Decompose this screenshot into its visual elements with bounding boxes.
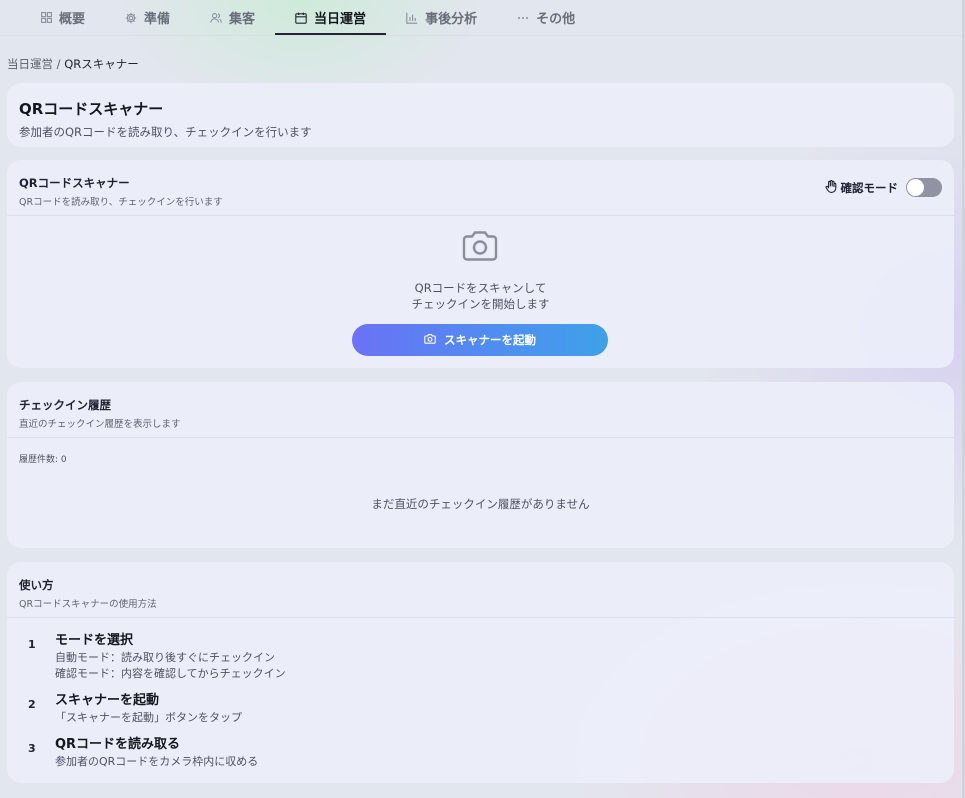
history-subtitle: 直近のチェックイン履歴を表示します [19,419,181,430]
page-header-card: QRコードスキャナー 参加者のQRコードを読み取り、チェックインを行います [7,83,954,147]
howto-steps: 1 モードを選択 自動モード：読み取り後すぐにチェックイン 確認モード：内容を確… [7,618,954,770]
tab-marketing[interactable]: 集客 [190,0,275,35]
step-number: 3 [28,742,36,755]
step-number: 2 [28,698,36,711]
step-title: スキャナーを起動 [55,693,160,708]
history-title: チェックイン履歴 [19,398,111,412]
howto-step: 1 モードを選択 自動モード：読み取り後すぐにチェックイン 確認モード：内容を確… [7,632,954,682]
howto-card: 使い方 QRコードスキャナーの使用方法 1 モードを選択 自動モード：読み取り後… [7,562,954,783]
scanner-title: QRコードスキャナー [19,176,130,190]
step-title: QRコードを読み取る [55,737,181,752]
confirm-mode-label: 確認モード [840,180,899,195]
step-text: 確認モード：内容を確認してからチェックイン [55,667,286,680]
breadcrumb: 当日運営 / QRスキャナー [7,56,139,72]
howto-step: 3 QRコードを読み取る 参加者のQRコードをカメラ枠内に収める [7,736,954,770]
grid-icon [40,12,52,24]
tab-overview[interactable]: 概要 [20,0,105,35]
camera-icon [461,230,499,266]
step-title: モードを選択 [55,633,134,648]
tab-label: 準備 [144,12,171,27]
more-icon [517,12,529,24]
tab-analysis[interactable]: 事後分析 [386,0,497,35]
scanner-prompt-line2: チェックインを開始します [411,297,550,311]
scanner-subtitle: QRコードを読み取り、チェックインを行います [19,197,223,208]
calendar-icon [295,12,307,24]
history-card: チェックイン履歴 直近のチェックイン履歴を表示します 履歴件数: 0 まだ直近の… [7,382,954,548]
gear-icon [125,12,137,24]
scanner-prompt: QRコードをスキャンして チェックインを開始します [7,280,954,312]
scanner-prompt-line1: QRコードをスキャンして [414,281,547,295]
step-number: 1 [28,638,36,651]
tab-label: その他 [536,12,576,27]
bar-chart-icon [406,12,418,24]
scanner-body: QRコードをスキャンして チェックインを開始します スキャナーを起動 [7,216,954,368]
history-count: 履歴件数: 0 [19,455,67,465]
howto-card-header: 使い方 QRコードスキャナーの使用方法 [7,562,954,618]
howto-subtitle: QRコードスキャナーの使用方法 [19,599,157,610]
page-title: QRコードスキャナー [19,100,164,118]
users-icon [210,12,222,24]
tab-label: 集客 [229,12,256,27]
scanner-card: QRコードスキャナー QRコードを読み取り、チェックインを行います 確認モード … [7,160,954,368]
history-card-header: チェックイン履歴 直近のチェックイン履歴を表示します [7,382,954,438]
breadcrumb-parent[interactable]: 当日運営 [7,57,53,71]
tab-preparation[interactable]: 準備 [105,0,190,35]
page-subtitle: 参加者のQRコードを読み取り、チェックインを行います [19,125,312,139]
history-empty-message: まだ直近のチェックイン履歴がありません [371,497,590,511]
camera-small-icon [424,333,436,347]
confirm-mode-toggle[interactable] [906,178,942,197]
step-text: 自動モード：読み取り後すぐにチェックイン [55,651,275,664]
hand-icon [825,179,837,196]
tab-label: 当日運営 [314,12,367,27]
breadcrumb-separator: / [53,57,65,71]
confirm-mode-control: 確認モード [825,178,942,197]
howto-title: 使い方 [19,578,54,592]
step-text: 参加者のQRコードをカメラ枠内に収める [55,755,259,768]
start-scanner-label: スキャナーを起動 [444,333,536,347]
tab-label: 概要 [59,12,86,27]
main-tabs: 概要 準備 集客 当日運営 事後分析 その他 [0,0,962,36]
step-text: 「スキャナーを起動」ボタンをタップ [55,711,242,724]
scanner-card-header: QRコードスキャナー QRコードを読み取り、チェックインを行います 確認モード [7,160,954,216]
howto-step: 2 スキャナーを起動 「スキャナーを起動」ボタンをタップ [7,692,954,726]
tab-other[interactable]: その他 [497,0,595,35]
start-scanner-button[interactable]: スキャナーを起動 [352,324,608,356]
tab-label: 事後分析 [425,12,478,27]
breadcrumb-current: QRスキャナー [64,57,139,71]
tab-event-day[interactable]: 当日運営 [275,0,387,35]
